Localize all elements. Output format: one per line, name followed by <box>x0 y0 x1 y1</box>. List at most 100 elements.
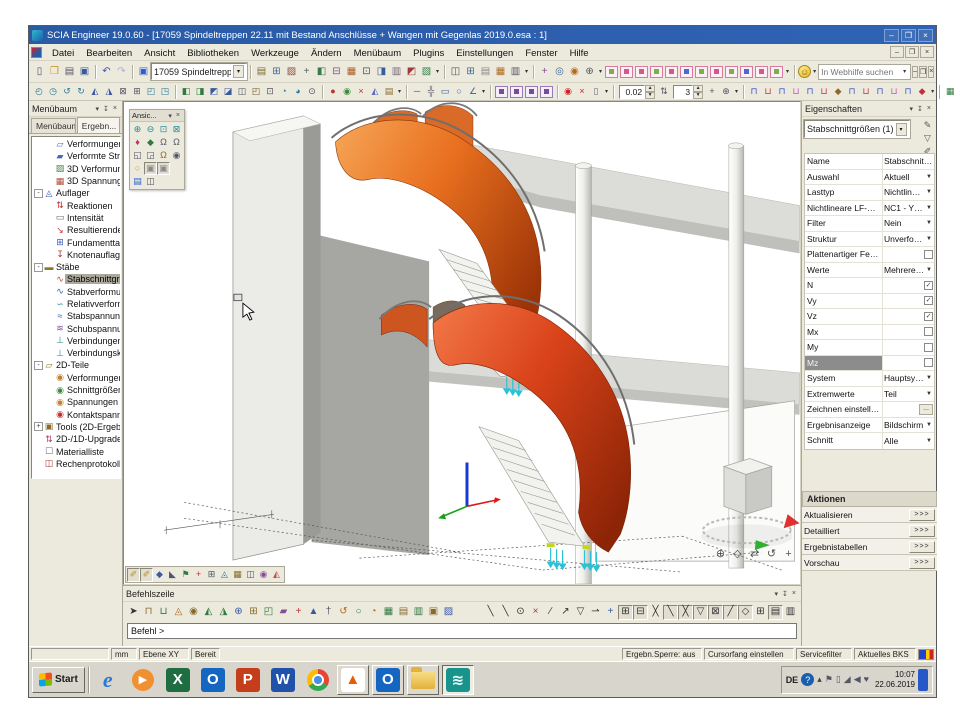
snap-tool-icon[interactable]: ▽ <box>573 605 588 620</box>
tool-icon[interactable]: ⊕ <box>582 64 597 79</box>
child-close-button[interactable]: × <box>928 66 934 78</box>
taskbar-excel[interactable]: X <box>162 665 194 695</box>
viewstrip-icon[interactable]: ◭ <box>270 568 283 582</box>
tree-item-stabspannungen[interactable]: ≈ Stabspannungen <box>32 310 120 322</box>
tree-item-auflager[interactable]: - ◬ Auflager <box>32 187 120 199</box>
document-icon[interactable] <box>31 47 42 58</box>
property-row-extremwerte[interactable]: Extremwerte Teil ▼ ... <box>805 387 934 403</box>
palette-icon[interactable]: ◫ <box>144 175 157 188</box>
property-row-zeichnen[interactable]: Zeichnen einstellen 1D ▼ ... <box>805 402 934 418</box>
result-tool-icon[interactable]: ⊓ <box>775 85 789 99</box>
property-row-mz[interactable]: Mz ▼ ... <box>805 356 934 372</box>
snap-tool-icon[interactable]: ╱ <box>723 605 738 620</box>
save-icon[interactable]: ▣ <box>77 64 92 79</box>
label-tool-icon[interactable]: ▤ <box>382 85 396 99</box>
result-tool-icon[interactable]: ⊔ <box>817 85 831 99</box>
tree-item-fundamenttabelle[interactable]: ⊞ Fundamenttabelle <box>32 236 120 248</box>
label-tool-icon[interactable]: ◭ <box>368 85 382 99</box>
view-window-icon[interactable] <box>665 66 678 78</box>
tree-item-staebe[interactable]: - ▬ Stäbe <box>32 261 120 273</box>
viewstrip-icon[interactable]: ✐ <box>127 568 140 582</box>
scale-value[interactable]: 0.02 <box>619 85 645 99</box>
line-style-icon[interactable]: ─ <box>410 85 424 99</box>
palette-icon[interactable]: ▣ <box>144 162 157 175</box>
scale-spinner[interactable]: 0.02 ▲▼ <box>619 85 655 99</box>
taskbar-explorer[interactable] <box>407 665 439 695</box>
view-tool-icon[interactable]: ◪ <box>221 85 235 99</box>
taskbar-word[interactable]: W <box>267 665 299 695</box>
menu-item[interactable]: Ansicht <box>138 47 181 60</box>
checkbox[interactable] <box>924 343 933 352</box>
action-detailliert[interactable]: Detailliert >>> <box>802 523 937 539</box>
taskbar-powerpoint[interactable]: P <box>232 665 264 695</box>
menu-item[interactable]: Hilfe <box>564 47 595 60</box>
menu-item[interactable]: Einstellungen <box>450 47 519 60</box>
tool-icon[interactable]: ▥ <box>389 64 404 79</box>
action-aktualisieren[interactable]: Aktualisieren >>> <box>802 507 937 523</box>
tool-icon[interactable]: ⊡ <box>359 64 374 79</box>
view-tool-icon[interactable]: ⊠ <box>116 85 130 99</box>
mdi-close-button[interactable]: × <box>920 46 934 58</box>
tool-icon[interactable]: ▦ <box>344 64 359 79</box>
chevron-down-icon[interactable]: ▼ <box>925 220 933 226</box>
view-tool-icon[interactable]: ◔ <box>277 85 291 99</box>
expander-icon[interactable] <box>45 312 54 321</box>
ucs-flag-icon[interactable] <box>918 649 934 660</box>
palette-icon[interactable]: ▣ <box>157 162 170 175</box>
status-servicefilter[interactable]: Servicefilter <box>796 648 852 660</box>
expander-icon[interactable] <box>45 275 54 284</box>
mark-tool-icon[interactable]: × <box>575 85 589 99</box>
snap-tool-icon[interactable]: ╳ <box>678 605 693 620</box>
menu-item[interactable]: Menübaum <box>348 47 408 60</box>
menu-item[interactable]: Ändern <box>305 47 348 60</box>
snap-tool-icon[interactable]: ╲ <box>498 605 513 620</box>
start-button[interactable]: Start <box>32 667 85 693</box>
tree-item-stabschnittgroessen[interactable]: ∿ Stabschnittgrößen <box>32 273 120 285</box>
view-window-icon[interactable] <box>650 66 663 78</box>
view-window-icon[interactable] <box>770 66 783 78</box>
view-tool-icon[interactable]: ⊞ <box>130 85 144 99</box>
close-icon[interactable]: × <box>174 112 182 119</box>
tool-icon[interactable]: + <box>299 64 314 79</box>
tray-chevron-icon[interactable]: ▴ <box>817 674 822 685</box>
property-row-schnitt[interactable]: Schnitt Alle ▼ ... <box>805 433 934 449</box>
count-spinner[interactable]: 3 ▲▼ <box>673 85 703 99</box>
expander-icon[interactable] <box>45 177 54 186</box>
expander-icon[interactable] <box>45 287 54 296</box>
line-tool-icon[interactable]: ▭ <box>438 85 452 99</box>
expander-icon[interactable] <box>45 238 54 247</box>
taskbar-outlook-2[interactable]: O <box>372 665 404 695</box>
tree-item-verformte-struktur[interactable]: ▰ Verformte Struktur <box>32 150 120 162</box>
command-tool-icon[interactable]: ▰ <box>276 605 291 620</box>
chevron-down-icon[interactable]: ▾ <box>480 88 487 95</box>
chevron-down-icon[interactable]: ▼ <box>925 422 933 428</box>
palette-icon[interactable]: ◆ <box>144 136 157 149</box>
snap-tool-icon[interactable]: ⊙ <box>513 605 528 620</box>
tree-item-resultierende[interactable]: ↘ Resultierende der Re <box>32 224 120 236</box>
expander-icon[interactable] <box>45 140 54 149</box>
taskbar-chrome[interactable] <box>302 665 334 695</box>
command-tool-icon[interactable]: ⊕ <box>231 605 246 620</box>
feedback-smiley-icon[interactable]: ☺ <box>798 65 811 78</box>
action-ergebnistabellen[interactable]: Ergebnistabellen >>> <box>802 539 937 555</box>
palette-icon[interactable]: Ω <box>157 149 170 162</box>
snap-tool-icon[interactable]: ⊞ <box>618 605 633 620</box>
menu-item[interactable]: Bibliotheken <box>181 47 245 60</box>
zoom-icon[interactable]: ◎ <box>552 64 567 79</box>
tree-item-3d-verformungen[interactable]: ▨ 3D Verformungen <box>32 163 120 175</box>
expander-icon[interactable] <box>45 410 54 419</box>
command-tool-icon[interactable]: ▣ <box>426 605 441 620</box>
taskbar-ie[interactable]: e <box>92 665 124 695</box>
result-tool-icon[interactable]: ⊓ <box>845 85 859 99</box>
property-row-vz[interactable]: Vz ▼ ... <box>805 309 934 325</box>
view-window-icon[interactable] <box>620 66 633 78</box>
nav-cube-icon[interactable]: ◇ <box>730 547 745 562</box>
property-row-my[interactable]: My ▼ ... <box>805 340 934 356</box>
result-tool-icon[interactable]: ⊓ <box>873 85 887 99</box>
expander-icon[interactable] <box>45 201 54 210</box>
collapse-icon[interactable]: ▾ <box>773 590 781 598</box>
action-button[interactable]: >>> <box>909 525 935 537</box>
tree-item-kontaktspannungen[interactable]: ◉ Kontaktspannungen <box>32 409 120 421</box>
expander-icon[interactable]: - <box>34 361 43 370</box>
palette-icon[interactable]: ◱ <box>131 149 144 162</box>
